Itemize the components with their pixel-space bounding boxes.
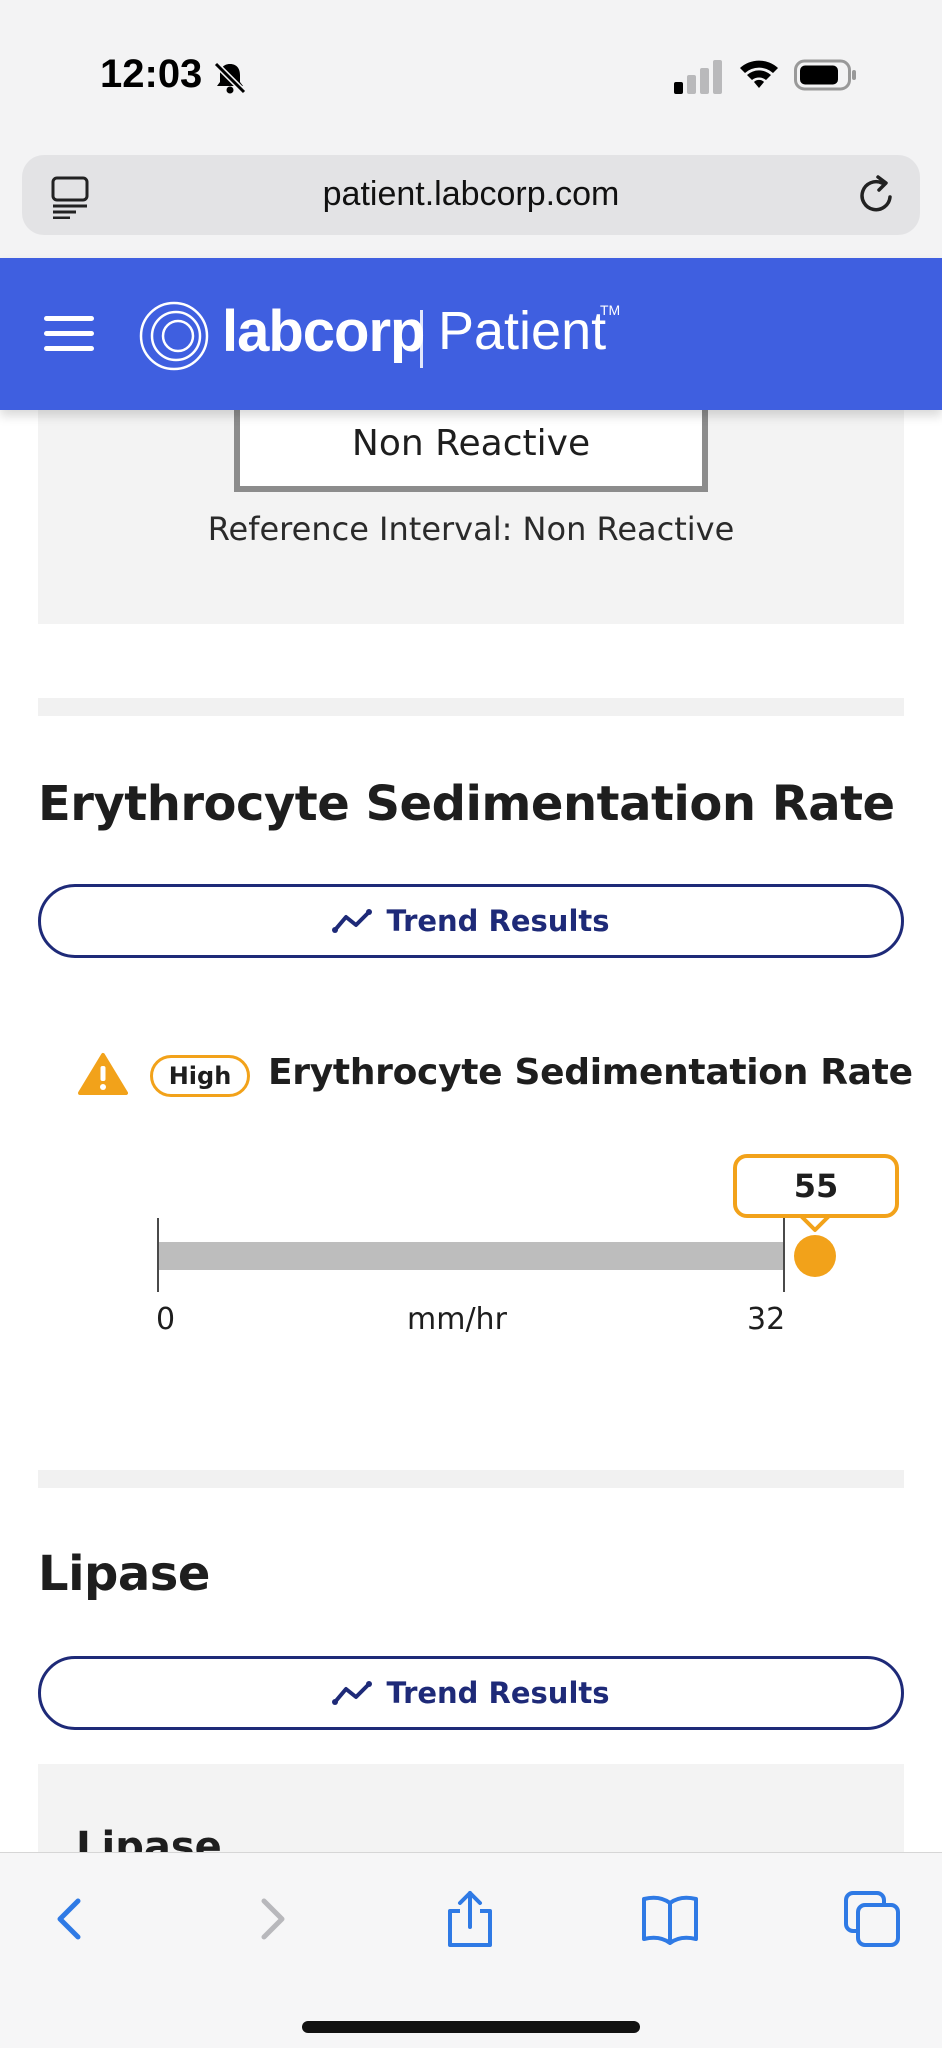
esr-trend-results-button[interactable]: Trend Results <box>38 884 904 958</box>
menu-icon[interactable] <box>44 314 96 354</box>
previous-result-card: Non Reactive Reference Interval: Non Rea… <box>38 400 904 624</box>
battery-icon <box>794 59 856 91</box>
wifi-icon <box>740 60 778 88</box>
range-unit-label: mm/hr <box>407 1302 507 1337</box>
trend-icon <box>332 1681 373 1705</box>
warning-icon <box>78 1053 128 1095</box>
result-value-box: Non Reactive <box>234 400 708 492</box>
signal-icon <box>674 60 722 94</box>
forward-icon[interactable] <box>242 1889 302 1949</box>
tabs-icon[interactable] <box>842 1889 902 1949</box>
reference-interval: Reference Interval: Non Reactive <box>207 510 735 548</box>
section-divider <box>38 1470 904 1488</box>
status-bar: 12:03 <box>0 0 942 150</box>
range-min-label: 0 <box>156 1302 176 1337</box>
trademark: TM <box>600 302 621 318</box>
bookmarks-icon[interactable] <box>640 1889 700 1949</box>
esr-section-title: Erythrocyte Sedimentation Rate <box>38 776 895 832</box>
home-indicator <box>302 2021 640 2033</box>
result-value-bubble: 55 <box>733 1154 899 1218</box>
brand-divider <box>420 310 423 368</box>
back-icon[interactable] <box>40 1889 100 1949</box>
reference-range-bar <box>158 1242 784 1270</box>
url-bar[interactable]: patient.labcorp.com <box>22 155 920 235</box>
trend-results-label: Trend Results <box>386 1676 610 1710</box>
trend-icon <box>332 909 373 933</box>
result-value: Non Reactive <box>351 422 591 464</box>
labcorp-logo-icon[interactable] <box>138 300 210 372</box>
lipase-section-title: Lipase <box>38 1546 210 1602</box>
brand-name[interactable]: labcorp <box>222 298 425 365</box>
app-header: labcorp Patient TM <box>0 258 942 410</box>
share-icon[interactable] <box>440 1889 500 1949</box>
lipase-trend-results-button[interactable]: Trend Results <box>38 1656 904 1730</box>
url-text[interactable]: patient.labcorp.com <box>22 175 920 214</box>
reload-icon[interactable] <box>854 173 898 217</box>
esr-test-name: Erythrocyte Sedimentation Rate <box>268 1052 913 1093</box>
status-time: 12:03 <box>100 52 203 96</box>
trend-results-label: Trend Results <box>386 904 610 938</box>
bell-slash-icon <box>213 61 247 95</box>
esr-range-chart: 55 0 mm/hr 32 <box>0 1140 942 1360</box>
result-value-dot <box>794 1235 836 1277</box>
high-flag-badge: High <box>150 1055 250 1097</box>
value-bubble-pointer <box>799 1214 831 1232</box>
brand-subtitle: Patient <box>438 301 607 361</box>
section-divider <box>38 698 904 716</box>
range-max-label: 32 <box>747 1302 786 1337</box>
browser-toolbar <box>0 1852 942 2048</box>
